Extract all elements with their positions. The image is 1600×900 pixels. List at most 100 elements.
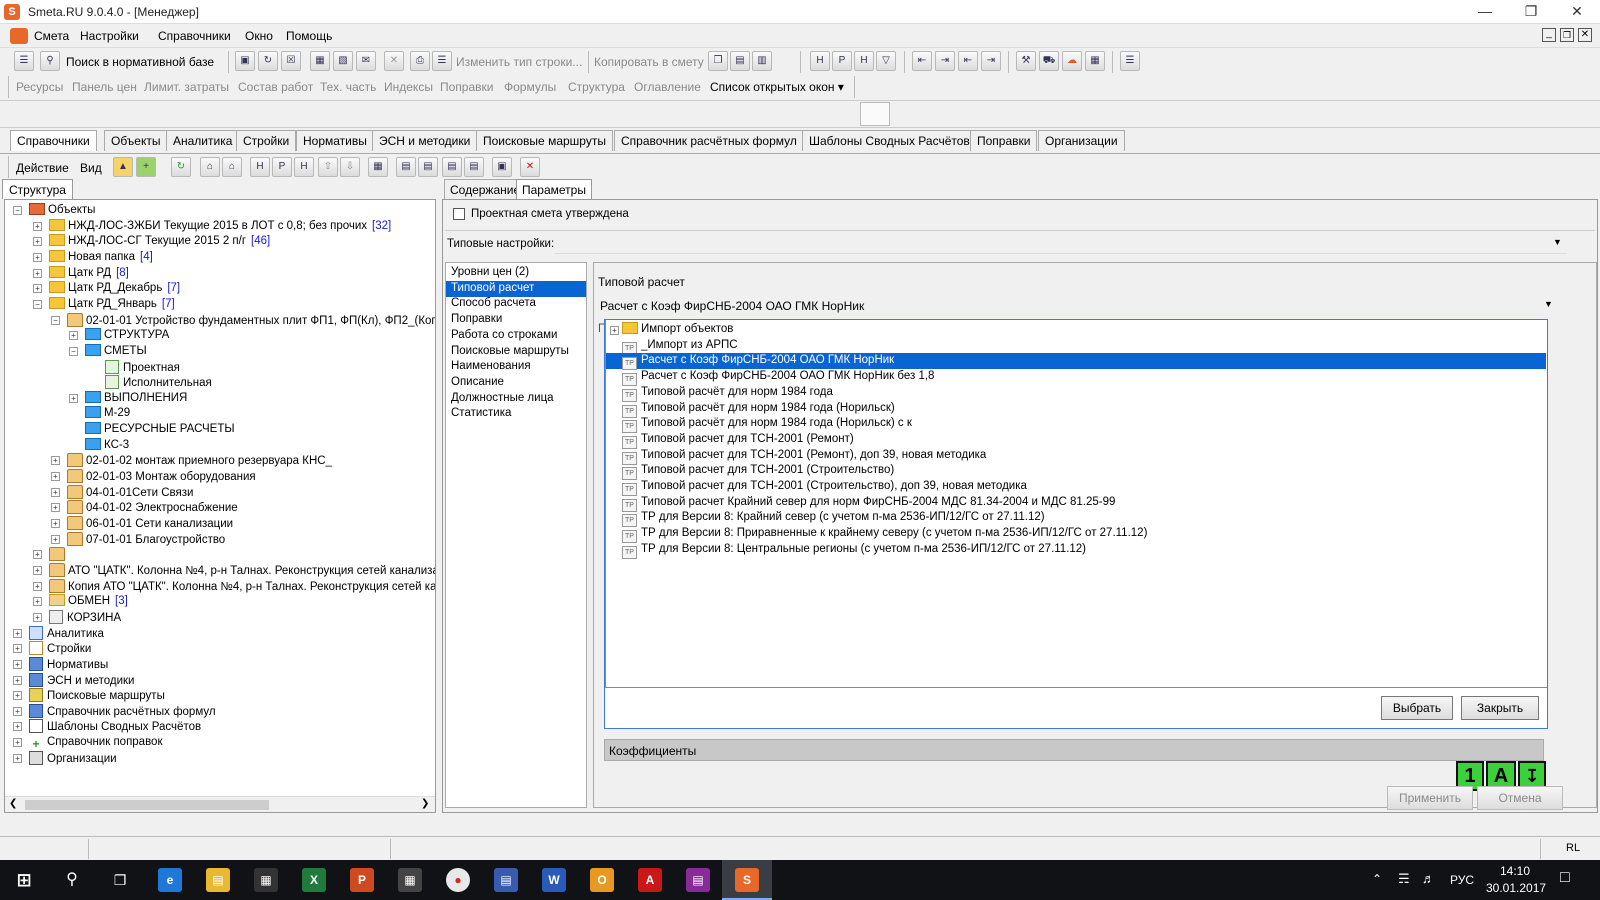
- object-edit-icon[interactable]: ▧: [333, 51, 353, 71]
- tree-esn-methods[interactable]: + ЭСН и методики: [13, 672, 139, 689]
- dropdown-item[interactable]: TP Типовой расчет для ТСН-2001 (Строитель…: [606, 479, 1546, 496]
- tree-object[interactable]: +02-01-02 монтаж приемного резервуара КН…: [51, 453, 337, 469]
- nav-item[interactable]: Поправки: [446, 312, 586, 328]
- expand-icon[interactable]: +: [33, 268, 42, 278]
- tech-part-button[interactable]: Тех. часть: [320, 80, 376, 94]
- tree-icon[interactable]: ☰: [14, 51, 34, 71]
- doc-icon-3[interactable]: ▤: [442, 157, 462, 177]
- tree-root-objects[interactable]: − Объекты: [13, 203, 100, 219]
- window-icon[interactable]: ▣: [492, 157, 512, 177]
- open-windows-dropdown[interactable]: Список открытых окон ▾: [710, 80, 844, 94]
- tree-folder[interactable]: + НЖД-ЛОС-ЗЖБИ Текущие 2015 в ЛОТ с 0,8; …: [33, 218, 391, 235]
- close-button[interactable]: Закрыть: [1461, 696, 1539, 720]
- tree-estimate-project[interactable]: Проектная: [105, 359, 185, 376]
- expand-icon[interactable]: +: [51, 534, 60, 544]
- mdi-minimize-icon[interactable]: _: [1542, 28, 1556, 42]
- tree-estimate-executive[interactable]: Исполнительная: [105, 375, 217, 391]
- folder-up-icon[interactable]: ▲: [113, 157, 133, 177]
- tree-node-resource-calcs[interactable]: РЕСУРСНЫЕ РАСЧЕТЫ: [85, 422, 240, 438]
- books-icon[interactable]: ☰: [1120, 51, 1140, 71]
- menu-window[interactable]: Окно: [245, 29, 273, 43]
- expand-icon[interactable]: +: [33, 581, 42, 591]
- approved-checkbox[interactable]: [453, 208, 465, 220]
- refresh-green-icon[interactable]: ↻: [171, 157, 191, 177]
- tree-node-estimates[interactable]: − СМЕТЫ: [69, 343, 152, 360]
- horizontal-scrollbar[interactable]: ❮ ❯: [5, 796, 435, 812]
- delete-red-icon[interactable]: ✕: [520, 157, 540, 177]
- tree-node-m29[interactable]: М-29: [85, 406, 135, 422]
- nav-item[interactable]: Описание: [446, 375, 586, 391]
- mdi-restore-icon[interactable]: ❐: [1560, 28, 1574, 42]
- folder-add-icon[interactable]: +: [136, 157, 156, 177]
- delete-icon[interactable]: ✕: [384, 51, 404, 71]
- tab-normatives[interactable]: Нормативы: [296, 130, 374, 151]
- dropdown-item[interactable]: TP Типовой расчёт для норм 1984 года (Нор…: [606, 416, 1546, 434]
- expand-icon[interactable]: +: [51, 503, 60, 513]
- expand-icon[interactable]: +: [13, 753, 22, 763]
- view-menu[interactable]: Вид: [80, 161, 102, 175]
- expand-icon[interactable]: +: [33, 550, 42, 560]
- powerpoint-icon[interactable]: P: [350, 868, 374, 892]
- expand-icon[interactable]: +: [51, 519, 60, 528]
- change-row-type-button[interactable]: Изменить тип строки...: [456, 55, 582, 69]
- norm-hp-icon[interactable]: H: [294, 157, 314, 177]
- corrections-button[interactable]: Поправки: [440, 80, 493, 94]
- copy-to-estimate-button[interactable]: Копировать в смету: [594, 55, 704, 69]
- close-icon[interactable]: ✕: [1554, 0, 1600, 24]
- save-icon[interactable]: ▣: [235, 51, 255, 71]
- winrar-icon[interactable]: ▤: [686, 868, 710, 892]
- language-indicator[interactable]: РУС: [1450, 873, 1474, 887]
- scroll-left-icon[interactable]: ❮: [9, 798, 17, 809]
- menu-help[interactable]: Помощь: [286, 29, 332, 43]
- combo-arrow-icon[interactable]: ▼: [1544, 299, 1553, 309]
- norm-icon-2[interactable]: P: [832, 51, 852, 71]
- norm-h-icon[interactable]: H: [250, 157, 270, 177]
- filter-icon[interactable]: ▽: [876, 51, 896, 71]
- object-add-icon[interactable]: ▦: [310, 51, 330, 71]
- truck-icon[interactable]: ⛟: [1039, 51, 1059, 71]
- network-icon[interactable]: ☴: [1398, 871, 1410, 887]
- coefficients-header[interactable]: Коэффициенты: [604, 739, 1544, 761]
- norm-icon-3[interactable]: H: [854, 51, 874, 71]
- tab-search-routes[interactable]: Поисковые маршруты: [476, 130, 613, 151]
- tree-object[interactable]: +06-01-01 Сети канализации: [51, 516, 238, 532]
- collapse-icon[interactable]: −: [13, 206, 22, 215]
- smeta-taskbar-item[interactable]: S: [722, 860, 772, 900]
- search-icon[interactable]: ⚲: [40, 51, 60, 71]
- dropdown-item[interactable]: TP Расчет с Коэф ФирСНБ-2004 ОАО ГМК НорН…: [606, 353, 1546, 371]
- expand-icon[interactable]: +: [13, 644, 22, 654]
- indent-icon-2[interactable]: ⇥: [935, 51, 955, 71]
- formulas-button[interactable]: Формулы: [504, 80, 556, 94]
- collapse-icon[interactable]: −: [51, 315, 60, 325]
- tree-object[interactable]: +04-01-02 Электроснабжение: [51, 500, 243, 516]
- grid-close-icon[interactable]: ☒: [281, 51, 301, 71]
- work-composition-button[interactable]: Состав работ: [238, 80, 313, 94]
- tab-objects[interactable]: Объекты: [104, 130, 168, 151]
- indent-icon-1[interactable]: ⇤: [912, 51, 932, 71]
- refresh-icon[interactable]: ↻: [258, 51, 278, 71]
- tab-corrections[interactable]: Поправки: [970, 130, 1038, 151]
- tree-object[interactable]: +04-01-01Сети Связи: [51, 484, 198, 501]
- indexes-button[interactable]: Индексы: [384, 80, 433, 94]
- tray-up-icon[interactable]: ⌃: [1372, 872, 1382, 886]
- dropdown-item[interactable]: TP ТР для Версии 8: Приравненные к крайне…: [606, 526, 1546, 544]
- doc-icon-1[interactable]: ▤: [396, 157, 416, 177]
- tab-parameters[interactable]: Параметры: [516, 179, 592, 199]
- collapse-icon[interactable]: −: [33, 299, 42, 309]
- paste-icon[interactable]: ▤: [730, 51, 750, 71]
- app-icon-blue[interactable]: ▤: [494, 868, 518, 892]
- word-icon[interactable]: W: [542, 868, 566, 892]
- limit-costs-button[interactable]: Лимит. затраты: [144, 80, 229, 94]
- store-icon[interactable]: ▦: [254, 868, 278, 892]
- cancel-button[interactable]: Отмена: [1477, 786, 1563, 810]
- tools-icon[interactable]: ⚒: [1016, 51, 1036, 71]
- tab-references[interactable]: Справочники: [10, 130, 97, 151]
- tab-structure[interactable]: Структура: [2, 179, 73, 199]
- menu-smeta[interactable]: Смета: [34, 29, 69, 43]
- indent-icon-3[interactable]: ⇤: [958, 51, 978, 71]
- tree-object-copy[interactable]: + Копия АТО "ЦАТК". Колонна №4, р-н Тална…: [33, 578, 435, 595]
- expand-icon[interactable]: +: [69, 331, 78, 341]
- tree-node-structure[interactable]: + СТРУКТУРА: [69, 328, 174, 344]
- dropdown-item[interactable]: TP Типовой расчёт для норм 1984 года (Нор…: [606, 401, 1546, 418]
- notifications-icon[interactable]: □: [1560, 869, 1570, 887]
